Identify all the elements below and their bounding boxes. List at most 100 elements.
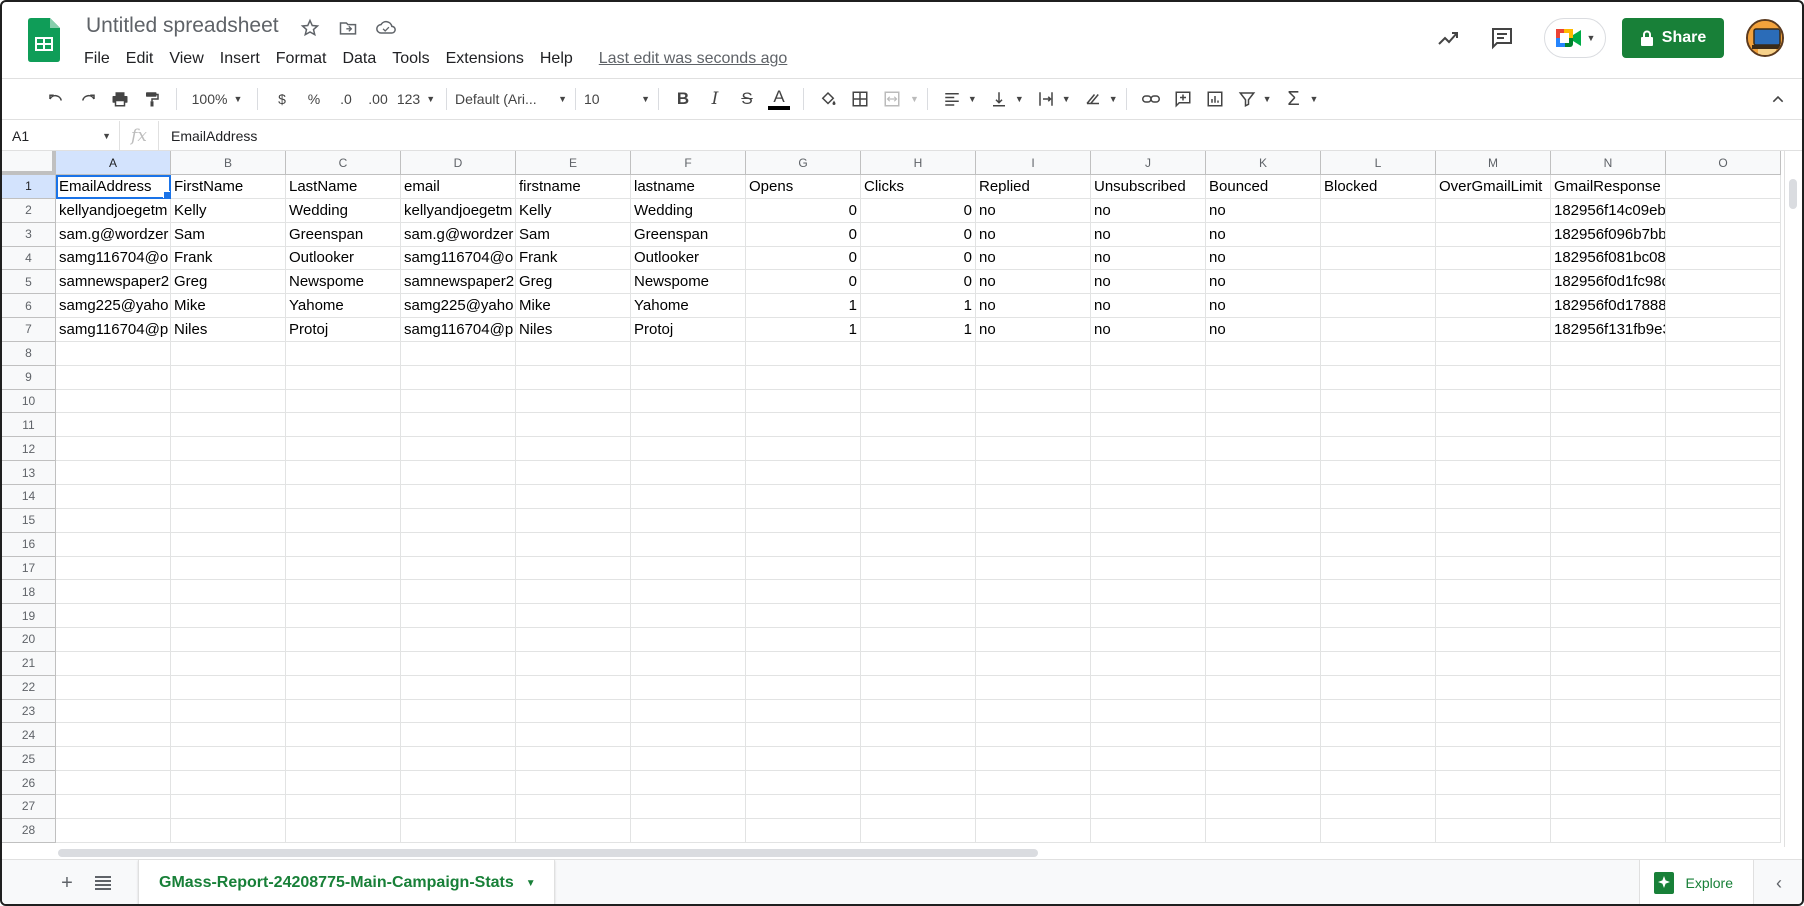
cell-j21[interactable] [1091, 651, 1206, 676]
cell-e7[interactable]: Niles [516, 318, 631, 342]
cell-h21[interactable] [861, 651, 976, 676]
cell-k1[interactable]: Bounced [1206, 175, 1321, 199]
cell-h20[interactable] [861, 628, 976, 652]
cell-c18[interactable] [286, 580, 401, 605]
menu-data[interactable]: Data [334, 48, 384, 70]
cell-b1[interactable]: FirstName [171, 175, 286, 199]
cell-i7[interactable]: no [976, 318, 1091, 342]
cell-m26[interactable] [1436, 771, 1551, 795]
cell-l12[interactable] [1321, 437, 1436, 462]
cell-o10[interactable] [1666, 389, 1781, 414]
cell-e17[interactable] [516, 556, 631, 581]
cell-i28[interactable] [976, 818, 1091, 843]
cell-h5[interactable]: 0 [861, 270, 976, 295]
cell-c15[interactable] [286, 508, 401, 533]
cell-h4[interactable]: 0 [861, 246, 976, 271]
cell-g26[interactable] [746, 771, 861, 795]
row-header[interactable]: 8 [2, 341, 56, 366]
cell-g8[interactable] [746, 341, 861, 366]
cell-j6[interactable]: no [1091, 294, 1206, 319]
cell-j15[interactable] [1091, 508, 1206, 533]
cell-i22[interactable] [976, 675, 1091, 700]
column-header-h[interactable]: H [861, 151, 976, 175]
cell-i21[interactable] [976, 651, 1091, 676]
cell-e2[interactable]: Kelly [516, 198, 631, 223]
cell-n3[interactable]: 182956f096b7bb7a [1551, 222, 1666, 247]
cell-e16[interactable] [516, 532, 631, 557]
menu-tools[interactable]: Tools [384, 48, 437, 70]
cell-d28[interactable] [401, 818, 516, 843]
cell-g2[interactable]: 0 [746, 198, 861, 223]
cell-f26[interactable] [631, 771, 746, 795]
cell-f11[interactable] [631, 413, 746, 438]
cell-d4[interactable]: samg116704@o [401, 246, 516, 271]
cell-n5[interactable]: 182956f0d1fc98d9 [1551, 270, 1666, 295]
cell-a17[interactable] [56, 556, 171, 581]
cell-n13[interactable] [1551, 461, 1666, 485]
cell-k23[interactable] [1206, 699, 1321, 724]
insert-comment-icon[interactable] [1167, 84, 1199, 114]
cell-f20[interactable] [631, 628, 746, 652]
cell-i25[interactable] [976, 747, 1091, 772]
cell-i20[interactable] [976, 628, 1091, 652]
cell-l20[interactable] [1321, 628, 1436, 652]
row-header[interactable]: 11 [2, 413, 56, 438]
cell-l10[interactable] [1321, 389, 1436, 414]
cell-g27[interactable] [746, 794, 861, 819]
cell-l23[interactable] [1321, 699, 1436, 724]
cell-a25[interactable] [56, 747, 171, 772]
cell-d6[interactable]: samg225@yaho [401, 294, 516, 319]
cell-b6[interactable]: Mike [171, 294, 286, 319]
cell-c25[interactable] [286, 747, 401, 772]
menu-help[interactable]: Help [532, 48, 581, 70]
cell-g14[interactable] [746, 484, 861, 509]
cell-d15[interactable] [401, 508, 516, 533]
cell-m3[interactable] [1436, 222, 1551, 247]
cell-c21[interactable] [286, 651, 401, 676]
cell-o19[interactable] [1666, 604, 1781, 629]
cell-f23[interactable] [631, 699, 746, 724]
cell-c2[interactable]: Wedding [286, 198, 401, 223]
cell-d14[interactable] [401, 484, 516, 509]
activity-dashboard-icon[interactable] [1428, 18, 1468, 58]
cell-b8[interactable] [171, 341, 286, 366]
menu-edit[interactable]: Edit [118, 48, 162, 70]
cell-b20[interactable] [171, 628, 286, 652]
side-panel-toggle-icon[interactable]: ‹ [1764, 868, 1794, 898]
cell-d3[interactable]: sam.g@wordzer [401, 222, 516, 247]
cell-j20[interactable] [1091, 628, 1206, 652]
cell-c6[interactable]: Yahome [286, 294, 401, 319]
cell-l9[interactable] [1321, 365, 1436, 390]
cell-n9[interactable] [1551, 365, 1666, 390]
cell-o6[interactable] [1666, 294, 1781, 319]
cell-d16[interactable] [401, 532, 516, 557]
cell-n8[interactable] [1551, 341, 1666, 366]
row-header[interactable]: 2 [2, 198, 56, 223]
cell-k13[interactable] [1206, 461, 1321, 485]
cell-f16[interactable] [631, 532, 746, 557]
fill-color-icon[interactable] [812, 84, 844, 114]
cell-e25[interactable] [516, 747, 631, 772]
cell-k28[interactable] [1206, 818, 1321, 843]
column-header-g[interactable]: G [746, 151, 861, 175]
cloud-status-icon[interactable] [374, 16, 398, 40]
row-header[interactable]: 22 [2, 675, 56, 700]
cell-c1[interactable]: LastName [286, 175, 401, 199]
cell-l19[interactable] [1321, 604, 1436, 629]
text-color-icon[interactable]: A [763, 84, 795, 114]
cell-m2[interactable] [1436, 198, 1551, 223]
cell-c14[interactable] [286, 484, 401, 509]
cell-f25[interactable] [631, 747, 746, 772]
cell-d11[interactable] [401, 413, 516, 438]
more-formats-select[interactable]: 123 ▼ [394, 84, 438, 114]
cell-f3[interactable]: Greenspan [631, 222, 746, 247]
cell-h8[interactable] [861, 341, 976, 366]
cell-c4[interactable]: Outlooker [286, 246, 401, 271]
cell-o8[interactable] [1666, 341, 1781, 366]
cell-a11[interactable] [56, 413, 171, 438]
cell-b11[interactable] [171, 413, 286, 438]
cell-i13[interactable] [976, 461, 1091, 485]
increase-decimal-button[interactable]: .00 [362, 84, 394, 114]
font-select[interactable]: Default (Ari... ▼ [455, 84, 567, 114]
cell-i14[interactable] [976, 484, 1091, 509]
